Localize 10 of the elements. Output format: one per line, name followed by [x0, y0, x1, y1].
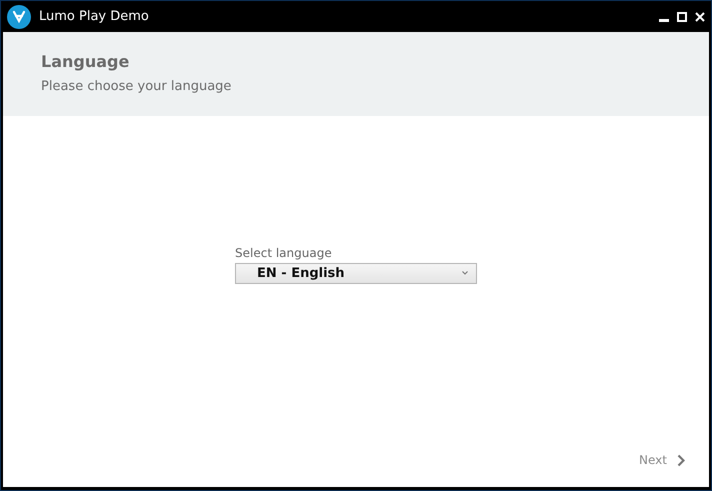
chevron-down-icon: [462, 271, 468, 275]
field-label: Select language: [235, 246, 333, 260]
page-title: Language: [41, 52, 130, 71]
language-dropdown[interactable]: EN - English: [235, 262, 477, 284]
close-icon[interactable]: [695, 12, 705, 22]
chevron-right-icon: [677, 454, 685, 466]
app-logo-icon: [7, 4, 31, 28]
window-title: Lumo Play Demo: [39, 9, 150, 24]
maximize-icon[interactable]: [677, 12, 687, 22]
page-subtitle: Please choose your language: [41, 79, 232, 94]
